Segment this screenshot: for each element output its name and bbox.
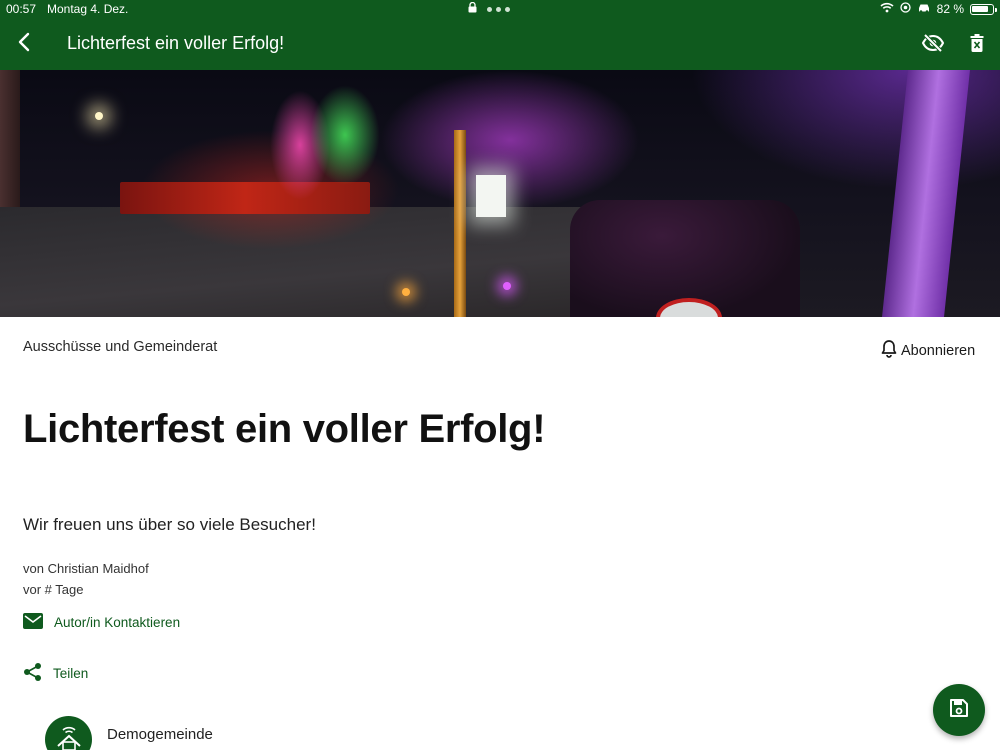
organization-name: Demogemeinde <box>107 726 213 743</box>
save-button[interactable] <box>933 684 985 736</box>
car-icon <box>917 2 931 16</box>
hide-button[interactable] <box>918 30 948 60</box>
lock-icon <box>468 1 477 16</box>
status-time: 00:57 <box>6 2 37 16</box>
share-label: Teilen <box>53 666 89 681</box>
top-bar: 00:57 Montag 4. Dez. 82 % Lichterfest ei… <box>0 0 1000 70</box>
app-bar-title: Lichterfest ein voller Erfolg! <box>67 33 285 53</box>
article-category: Ausschüsse und Gemeinderat <box>23 339 218 355</box>
battery-percent: 82 % <box>936 2 964 16</box>
status-center <box>468 1 510 16</box>
article-author: von Christian Maidhof <box>23 561 149 576</box>
multitask-dots-icon[interactable] <box>487 6 510 12</box>
mail-icon <box>23 613 43 632</box>
status-right: 82 % <box>880 2 997 16</box>
trash-icon <box>970 33 984 57</box>
save-icon <box>949 698 969 723</box>
share-button[interactable]: Teilen <box>23 662 88 685</box>
article-subtitle: Wir freuen uns über so viele Besucher! <box>23 515 316 534</box>
organization-logo <box>45 716 92 750</box>
eye-off-icon <box>921 33 945 58</box>
organization[interactable]: Demogemeinde <box>45 716 213 750</box>
hero-image <box>0 70 1000 317</box>
chevron-left-icon <box>17 32 31 57</box>
location-icon <box>899 2 911 16</box>
article-time-ago: vor # Tage <box>23 582 84 597</box>
bell-icon <box>880 339 898 362</box>
share-icon <box>23 662 43 685</box>
delete-button[interactable] <box>962 30 992 60</box>
article-title: Lichterfest ein voller Erfolg! <box>23 407 546 451</box>
status-bar: 00:57 Montag 4. Dez. 82 % <box>0 0 1000 18</box>
battery-icon <box>970 3 997 15</box>
subscribe-button[interactable]: Abonnieren <box>880 339 975 362</box>
contact-label: Autor/in Kontaktieren <box>54 615 181 630</box>
subscribe-label: Abonnieren <box>901 342 976 359</box>
back-button[interactable] <box>8 26 40 62</box>
status-date: Montag 4. Dez. <box>47 2 129 16</box>
smart-home-icon <box>54 724 84 750</box>
app-bar: Lichterfest ein voller Erfolg! <box>0 18 1000 70</box>
wifi-icon <box>880 2 894 16</box>
contact-author-button[interactable]: Autor/in Kontaktieren <box>23 613 180 632</box>
